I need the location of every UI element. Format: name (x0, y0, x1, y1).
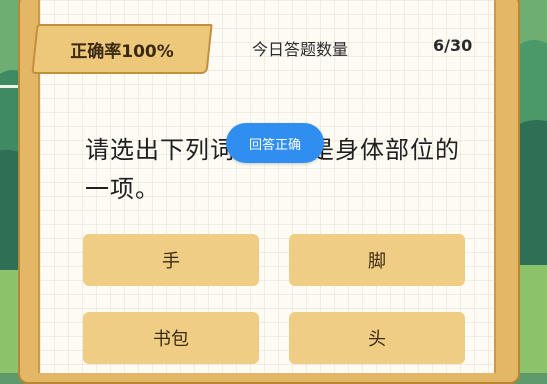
option-button-c[interactable]: 书包 (83, 312, 259, 364)
progress-counter: 6/30 (433, 36, 473, 55)
option-button-a[interactable]: 手 (83, 234, 259, 286)
today-answer-count-label: 今日答题数量 (252, 40, 349, 59)
option-button-d[interactable]: 头 (289, 312, 465, 364)
answer-correct-toast: 回答正确 (226, 123, 324, 163)
accuracy-label: 正确率100% (70, 41, 174, 62)
option-button-b[interactable]: 脚 (289, 234, 465, 286)
